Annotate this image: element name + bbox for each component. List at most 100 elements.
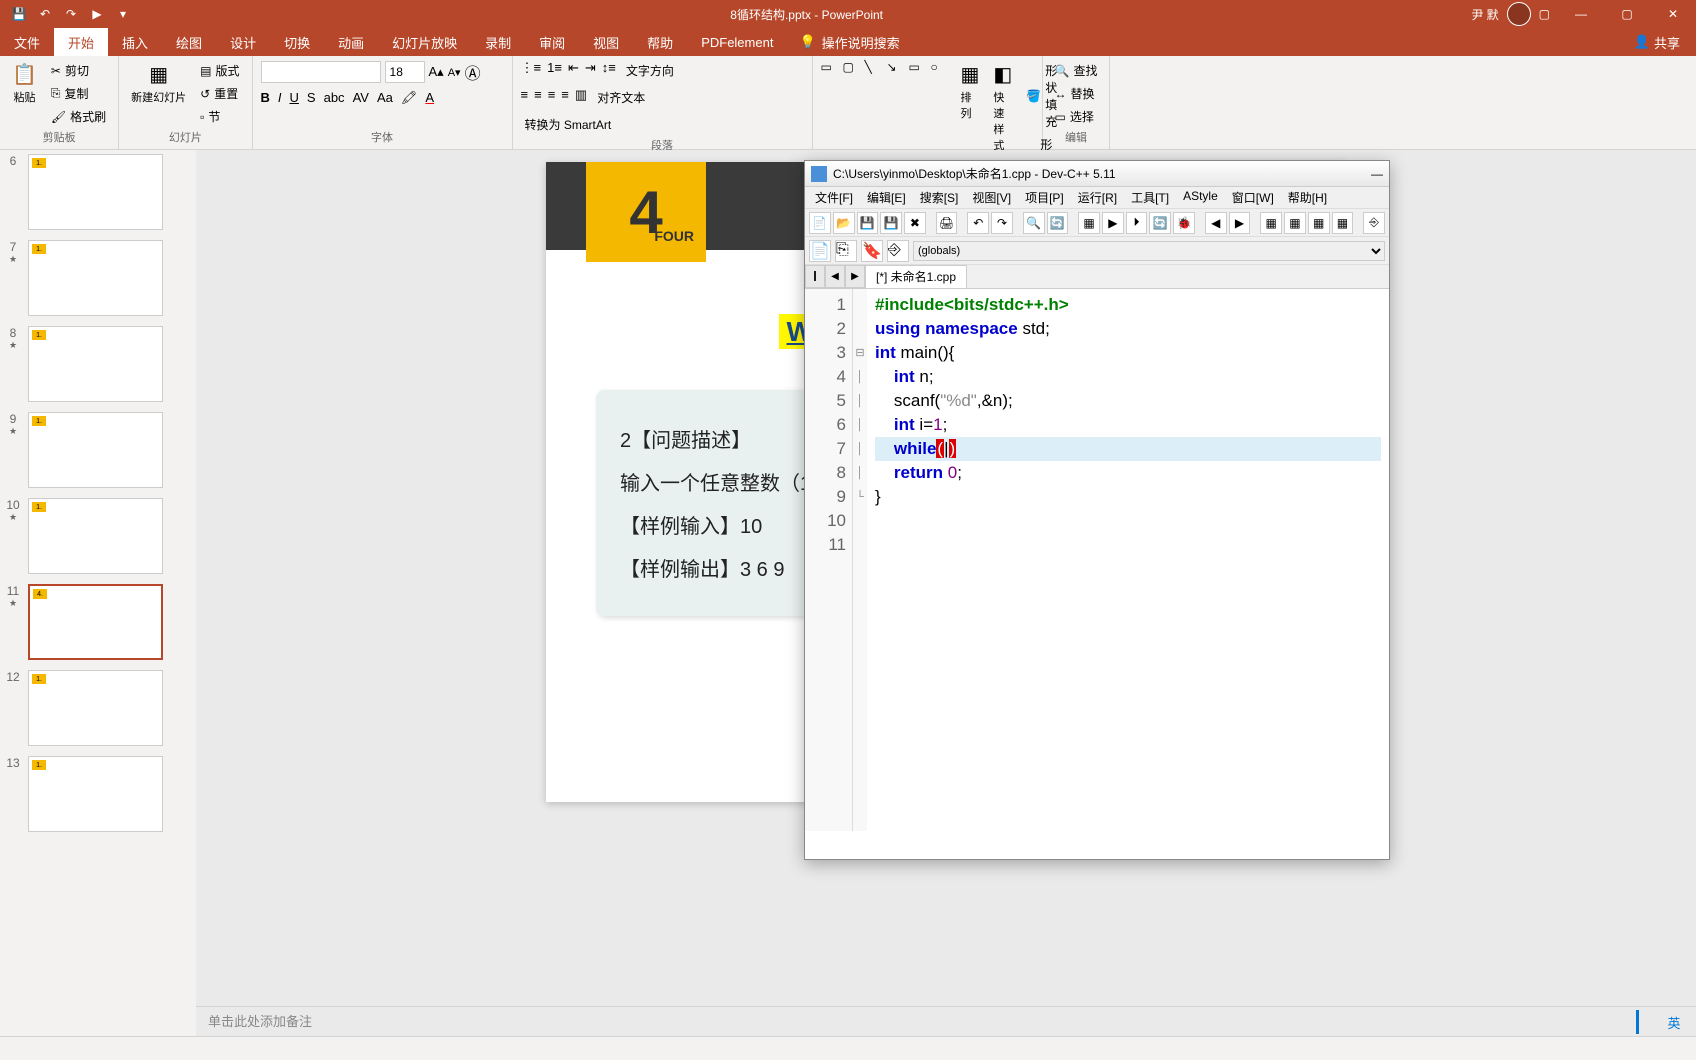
menu-search[interactable]: 搜索[S] <box>914 187 965 208</box>
copy-button[interactable]: ⎘复制 <box>47 83 110 104</box>
increase-indent-button[interactable]: ⇥ <box>585 60 596 81</box>
tab-view[interactable]: 视图 <box>579 28 633 56</box>
slideshow-icon[interactable]: ▶ <box>86 3 108 25</box>
tb-rebuild-icon[interactable]: 🔄 <box>1149 212 1171 234</box>
replace-button[interactable]: ↔替换 <box>1051 83 1102 104</box>
tb-replace-icon[interactable]: 🔄 <box>1047 212 1069 234</box>
thumb-11[interactable]: 11★4. <box>4 584 192 660</box>
columns-button[interactable]: ▥ <box>575 87 587 108</box>
font-size-input[interactable]: 18 <box>385 61 425 83</box>
shadow-button[interactable]: S <box>307 90 316 106</box>
globals-dropdown[interactable]: (globals) <box>913 241 1385 261</box>
align-right-button[interactable]: ≡ <box>548 87 556 108</box>
tb-close-icon[interactable]: ✖ <box>904 212 926 234</box>
tab-help[interactable]: 帮助 <box>633 28 687 56</box>
align-text-button[interactable]: 对齐文本 <box>593 87 649 108</box>
tab-transition[interactable]: 切换 <box>270 28 324 56</box>
select-button[interactable]: ▭选择 <box>1051 106 1102 127</box>
highlight-button[interactable]: 🖍 <box>401 90 418 106</box>
align-center-button[interactable]: ≡ <box>534 87 542 108</box>
tb-open-icon[interactable]: 📂 <box>833 212 855 234</box>
decrease-font-icon[interactable]: A▾ <box>448 66 461 79</box>
tb-undo-icon[interactable]: ↶ <box>967 212 989 234</box>
thumb-10[interactable]: 10★1. <box>4 498 192 574</box>
reset-button[interactable]: ↺重置 <box>196 83 243 104</box>
maximize-button[interactable]: ▢ <box>1604 0 1650 28</box>
menu-view[interactable]: 视图[V] <box>966 187 1017 208</box>
tab-file[interactable]: 文件 <box>0 28 54 56</box>
tab-nav-dropdown[interactable]: ⎹⎸ <box>805 265 825 288</box>
char-spacing-button[interactable]: AV <box>353 90 369 106</box>
font-name-input[interactable] <box>261 61 381 83</box>
tab-insert[interactable]: 插入 <box>108 28 162 56</box>
tb-grid4-icon[interactable]: ▦ <box>1332 212 1354 234</box>
tab-review[interactable]: 审阅 <box>525 28 579 56</box>
tab-design[interactable]: 设计 <box>216 28 270 56</box>
find-button[interactable]: 🔍查找 <box>1051 60 1102 81</box>
change-case-button[interactable]: Aa <box>377 90 393 106</box>
tb-save-icon[interactable]: 💾 <box>857 212 879 234</box>
tab-record[interactable]: 录制 <box>471 28 525 56</box>
share-button[interactable]: 👤 共享 <box>1634 33 1696 52</box>
bold-button[interactable]: B <box>261 90 270 106</box>
align-left-button[interactable]: ≡ <box>521 87 529 108</box>
tb2-bookmark-icon[interactable]: 🔖 <box>861 240 883 262</box>
menu-help[interactable]: 帮助[H] <box>1282 187 1333 208</box>
redo-icon[interactable]: ↷ <box>60 3 82 25</box>
numbering-button[interactable]: 1≡ <box>547 60 562 81</box>
devcpp-editor[interactable]: 1 2 3 4 5 6 7 8 9 10 11 ⊟│││││└ #include… <box>805 289 1389 831</box>
clear-format-icon[interactable]: Ⓐ <box>465 60 481 84</box>
tb-back-icon[interactable]: ◀ <box>1205 212 1227 234</box>
paste-button[interactable]: 📋粘贴 <box>8 60 41 127</box>
thumb-6[interactable]: 61. <box>4 154 192 230</box>
tb-print-icon[interactable]: 🖨 <box>936 212 958 234</box>
decrease-indent-button[interactable]: ⇤ <box>568 60 579 81</box>
menu-tools[interactable]: 工具[T] <box>1125 187 1175 208</box>
tb-saveall-icon[interactable]: 💾 <box>880 212 902 234</box>
slide-thumbnails[interactable]: 61. 7★1. 8★1. 9★1. 10★1. 11★4. 121. 131. <box>0 150 196 1036</box>
undo-icon[interactable]: ↶ <box>34 3 56 25</box>
increase-font-icon[interactable]: A▴ <box>429 64 444 80</box>
devcpp-titlebar[interactable]: C:\Users\yinmo\Desktop\未命名1.cpp - Dev-C+… <box>805 161 1389 187</box>
devcpp-window[interactable]: C:\Users\yinmo\Desktop\未命名1.cpp - Dev-C+… <box>804 160 1390 860</box>
tb-grid3-icon[interactable]: ▦ <box>1308 212 1330 234</box>
text-direction-button[interactable]: 文字方向 <box>622 60 678 81</box>
tb-redo-icon[interactable]: ↷ <box>991 212 1013 234</box>
menu-edit[interactable]: 编辑[E] <box>861 187 912 208</box>
notes-pane[interactable]: 单击此处添加备注 <box>196 1006 1696 1036</box>
italic-button[interactable]: I <box>278 90 282 106</box>
thumb-12[interactable]: 121. <box>4 670 192 746</box>
ribbon-display-icon[interactable]: ▢ <box>1539 7 1550 21</box>
layout-button[interactable]: ▤版式 <box>196 60 243 81</box>
save-icon[interactable]: 💾 <box>8 3 30 25</box>
smartart-button[interactable]: 转换为 SmartArt <box>521 114 804 135</box>
tab-nav-right[interactable]: ▶ <box>845 265 865 288</box>
tell-me[interactable]: 💡 操作说明搜索 <box>799 33 899 52</box>
tab-home[interactable]: 开始 <box>54 28 108 56</box>
format-painter-button[interactable]: 🖌格式刷 <box>47 106 110 127</box>
thumb-7[interactable]: 7★1. <box>4 240 192 316</box>
minimize-button[interactable]: — <box>1558 0 1604 28</box>
tb-debug-icon[interactable]: 🐞 <box>1173 212 1195 234</box>
bullets-button[interactable]: ⋮≡ <box>521 60 542 81</box>
tab-animation[interactable]: 动画 <box>324 28 378 56</box>
qat-more-icon[interactable]: ▾ <box>112 3 134 25</box>
tb-grid1-icon[interactable]: ▦ <box>1260 212 1282 234</box>
close-button[interactable]: ✕ <box>1650 0 1696 28</box>
tb-goto-icon[interactable]: ⎆ <box>1363 212 1385 234</box>
tab-nav-left[interactable]: ◀ <box>825 265 845 288</box>
menu-file[interactable]: 文件[F] <box>809 187 859 208</box>
justify-button[interactable]: ≡ <box>561 87 569 108</box>
devcpp-minimize-button[interactable]: — <box>1371 167 1383 181</box>
tb-grid2-icon[interactable]: ▦ <box>1284 212 1306 234</box>
tb-find-icon[interactable]: 🔍 <box>1023 212 1045 234</box>
tab-pdfelement[interactable]: PDFelement <box>687 28 787 56</box>
strike-button[interactable]: abc <box>324 90 345 106</box>
line-spacing-button[interactable]: ↕≡ <box>602 60 616 81</box>
menu-project[interactable]: 项目[P] <box>1019 187 1070 208</box>
tb-run-icon[interactable]: ▶ <box>1102 212 1124 234</box>
menu-run[interactable]: 运行[R] <box>1072 187 1123 208</box>
cut-button[interactable]: ✂剪切 <box>47 60 110 81</box>
new-slide-button[interactable]: ▦新建幻灯片 <box>127 60 190 127</box>
tab-slideshow[interactable]: 幻灯片放映 <box>378 28 471 56</box>
